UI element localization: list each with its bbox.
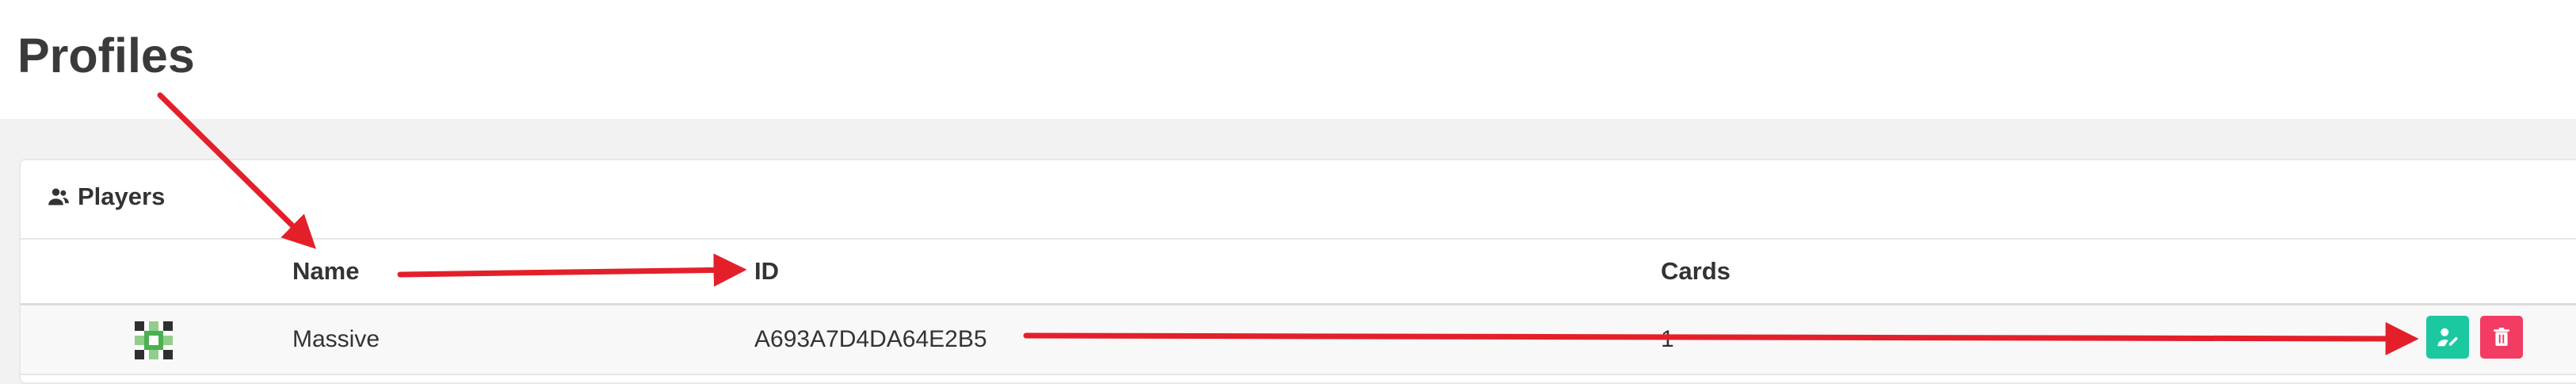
- delete-player-button[interactable]: [2480, 316, 2523, 359]
- players-icon: [48, 188, 69, 205]
- edit-player-button[interactable]: [2426, 316, 2469, 359]
- column-header-id[interactable]: ID: [754, 257, 779, 286]
- edit-user-icon: [2437, 328, 2459, 347]
- table-header: Name ID Cards: [21, 240, 2576, 305]
- player-name: Massive: [292, 326, 380, 352]
- player-cards: 1: [1661, 326, 1674, 352]
- player-avatar: [135, 321, 173, 359]
- column-header-cards[interactable]: Cards: [1661, 257, 1731, 286]
- trash-icon: [2494, 328, 2509, 346]
- page-title: Profiles: [17, 29, 195, 83]
- page-header: Profiles: [0, 0, 2576, 119]
- table-row[interactable]: Massive A693A7D4DA64E2B5 1: [21, 305, 2576, 375]
- card-header: Players: [21, 160, 2576, 240]
- card-title: Players: [78, 182, 166, 210]
- players-card: Players Name ID Cards Massive A693A7D4DA…: [19, 159, 2576, 384]
- player-id: A693A7D4DA64E2B5: [754, 326, 987, 352]
- column-header-name[interactable]: Name: [292, 257, 359, 286]
